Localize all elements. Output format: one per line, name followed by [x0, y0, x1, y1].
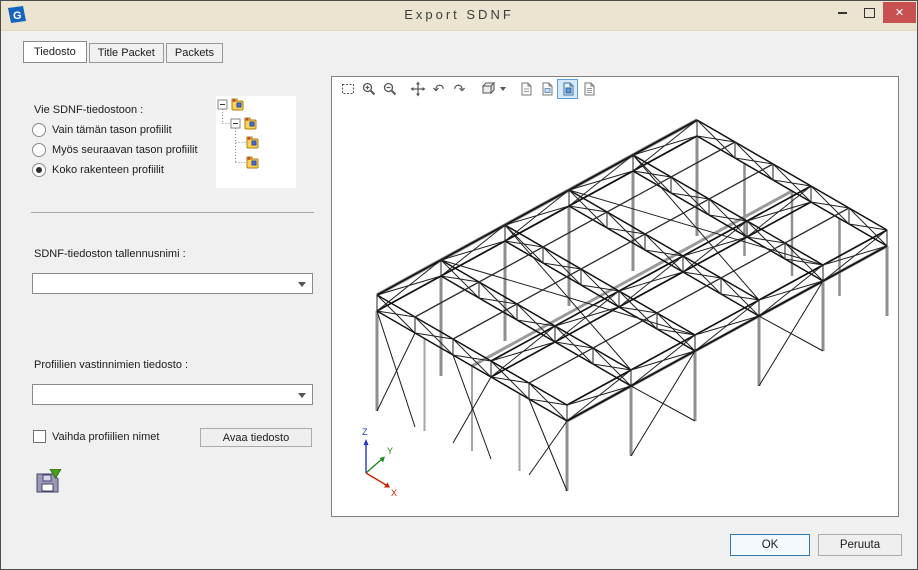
tab-tiedosto[interactable]: Tiedosto	[23, 41, 87, 63]
chevron-down-icon[interactable]	[298, 393, 306, 398]
export-sdnf-dialog: G Export SDNF ✕ Tiedosto Title Packet Pa…	[0, 0, 918, 570]
model-viewport[interactable]: ↶ ↷	[331, 76, 899, 517]
rotate-ccw-icon[interactable]: ↶	[428, 79, 449, 99]
cancel-button[interactable]: Peruuta	[818, 534, 902, 556]
ok-button[interactable]: OK	[730, 534, 810, 556]
tab-title-packet[interactable]: Title Packet	[89, 43, 164, 63]
floppy-label	[42, 484, 53, 491]
snapshot-view-icon[interactable]	[515, 79, 536, 99]
radio-label: Koko rakenteen profiilit	[52, 164, 164, 176]
zoom-in-icon[interactable]	[358, 79, 379, 99]
beam-line	[529, 208, 849, 383]
beam-line	[441, 276, 631, 386]
shaded-view-icon[interactable]	[557, 79, 578, 99]
separator	[31, 212, 314, 213]
structure-3d-view[interactable]: Z Y X	[332, 101, 898, 516]
title-bar[interactable]: G Export SDNF ✕	[1, 1, 917, 31]
beam-line	[491, 186, 811, 361]
filename-label: SDNF-tiedoston tallennusnimi :	[34, 248, 186, 260]
radio-option-next-level[interactable]: Myös seuraavan tason profiilit	[32, 143, 198, 157]
beam-line	[569, 206, 759, 316]
minimize-button[interactable]	[829, 2, 856, 23]
beam-line	[491, 202, 811, 377]
export-target-label: Vie SDNF-tiedostoon :	[34, 104, 143, 116]
view-preset-dropdown-icon[interactable]	[498, 79, 508, 99]
maximize-icon	[864, 8, 875, 18]
axis-y-label: Y	[387, 446, 393, 456]
tab-strip: Tiedosto Title Packet Packets	[23, 41, 225, 63]
radio-option-this-level[interactable]: Vain tämän tason profiilit	[32, 123, 172, 137]
mapping-file-label: Profiilien vastinnimien tiedosto :	[34, 359, 188, 371]
close-icon: ✕	[895, 6, 904, 19]
beam-line	[529, 399, 567, 491]
window-controls: ✕	[829, 2, 916, 23]
save-file-icon[interactable]	[34, 469, 62, 495]
zoom-out-icon[interactable]	[379, 79, 400, 99]
profile-mapping-combobox[interactable]	[32, 384, 313, 405]
area-select-icon[interactable]	[337, 79, 358, 99]
tab-packets[interactable]: Packets	[166, 43, 223, 63]
beam-line	[631, 386, 695, 421]
tree-node-icons	[232, 99, 258, 168]
button-label: OK	[762, 539, 779, 551]
rotate-cw-icon[interactable]: ↷	[449, 79, 470, 99]
viewport-toolbar: ↶ ↷	[332, 77, 898, 101]
minimize-icon	[838, 12, 847, 14]
grab-view-icon[interactable]	[578, 79, 599, 99]
pan-icon[interactable]	[407, 79, 428, 99]
floppy-shutter	[43, 475, 51, 481]
beam-line	[759, 316, 823, 351]
beam-line	[415, 142, 735, 317]
view-preset-icon[interactable]	[477, 79, 498, 99]
beam-line	[505, 225, 695, 335]
open-file-button[interactable]: Avaa tiedosto	[200, 428, 312, 447]
checkbox-label: Vaihda profiilien nimet	[52, 431, 159, 443]
button-label: Avaa tiedosto	[223, 432, 289, 444]
beam-line	[377, 333, 415, 411]
radio-label: Myös seuraavan tason profiilit	[52, 144, 198, 156]
radio-button[interactable]	[32, 123, 46, 137]
beam-line	[633, 155, 823, 265]
button-label: Peruuta	[840, 539, 880, 551]
beam-line	[567, 230, 887, 405]
axis-z-label: Z	[362, 427, 368, 437]
beam-line	[453, 164, 773, 339]
maximize-button[interactable]	[856, 2, 883, 23]
beam-line	[377, 311, 415, 427]
beam-line	[569, 190, 759, 300]
radio-button[interactable]	[32, 143, 46, 157]
tree-connectors	[223, 109, 247, 163]
rename-profiles-checkbox-box[interactable]	[33, 430, 46, 443]
beam-line	[567, 246, 887, 421]
beam-line	[529, 421, 567, 475]
radio-label: Vain tämän tason profiilit	[52, 124, 172, 136]
tab-label: Title Packet	[98, 47, 155, 59]
radio-option-whole-structure[interactable]: Koko rakenteen profiilit	[32, 163, 164, 177]
hierarchy-tree-graphic	[216, 96, 296, 188]
beam-line	[377, 136, 697, 311]
rename-profiles-checkbox[interactable]: Vaihda profiilien nimet	[33, 430, 159, 443]
steel-frame-model	[377, 120, 887, 491]
window-title: Export SDNF	[1, 7, 917, 22]
axis-x-label: X	[391, 488, 397, 498]
radio-button[interactable]	[32, 163, 46, 177]
beam-line	[441, 260, 631, 370]
tab-label: Packets	[175, 47, 214, 59]
sdnf-filename-combobox[interactable]	[32, 273, 313, 294]
chevron-down-icon[interactable]	[298, 282, 306, 287]
copy-picture-icon[interactable]	[536, 79, 557, 99]
close-button[interactable]: ✕	[883, 2, 916, 23]
tab-label: Tiedosto	[34, 46, 76, 58]
hierarchy-levels-image	[216, 96, 296, 188]
coordinate-axes: Z Y X	[362, 427, 397, 498]
